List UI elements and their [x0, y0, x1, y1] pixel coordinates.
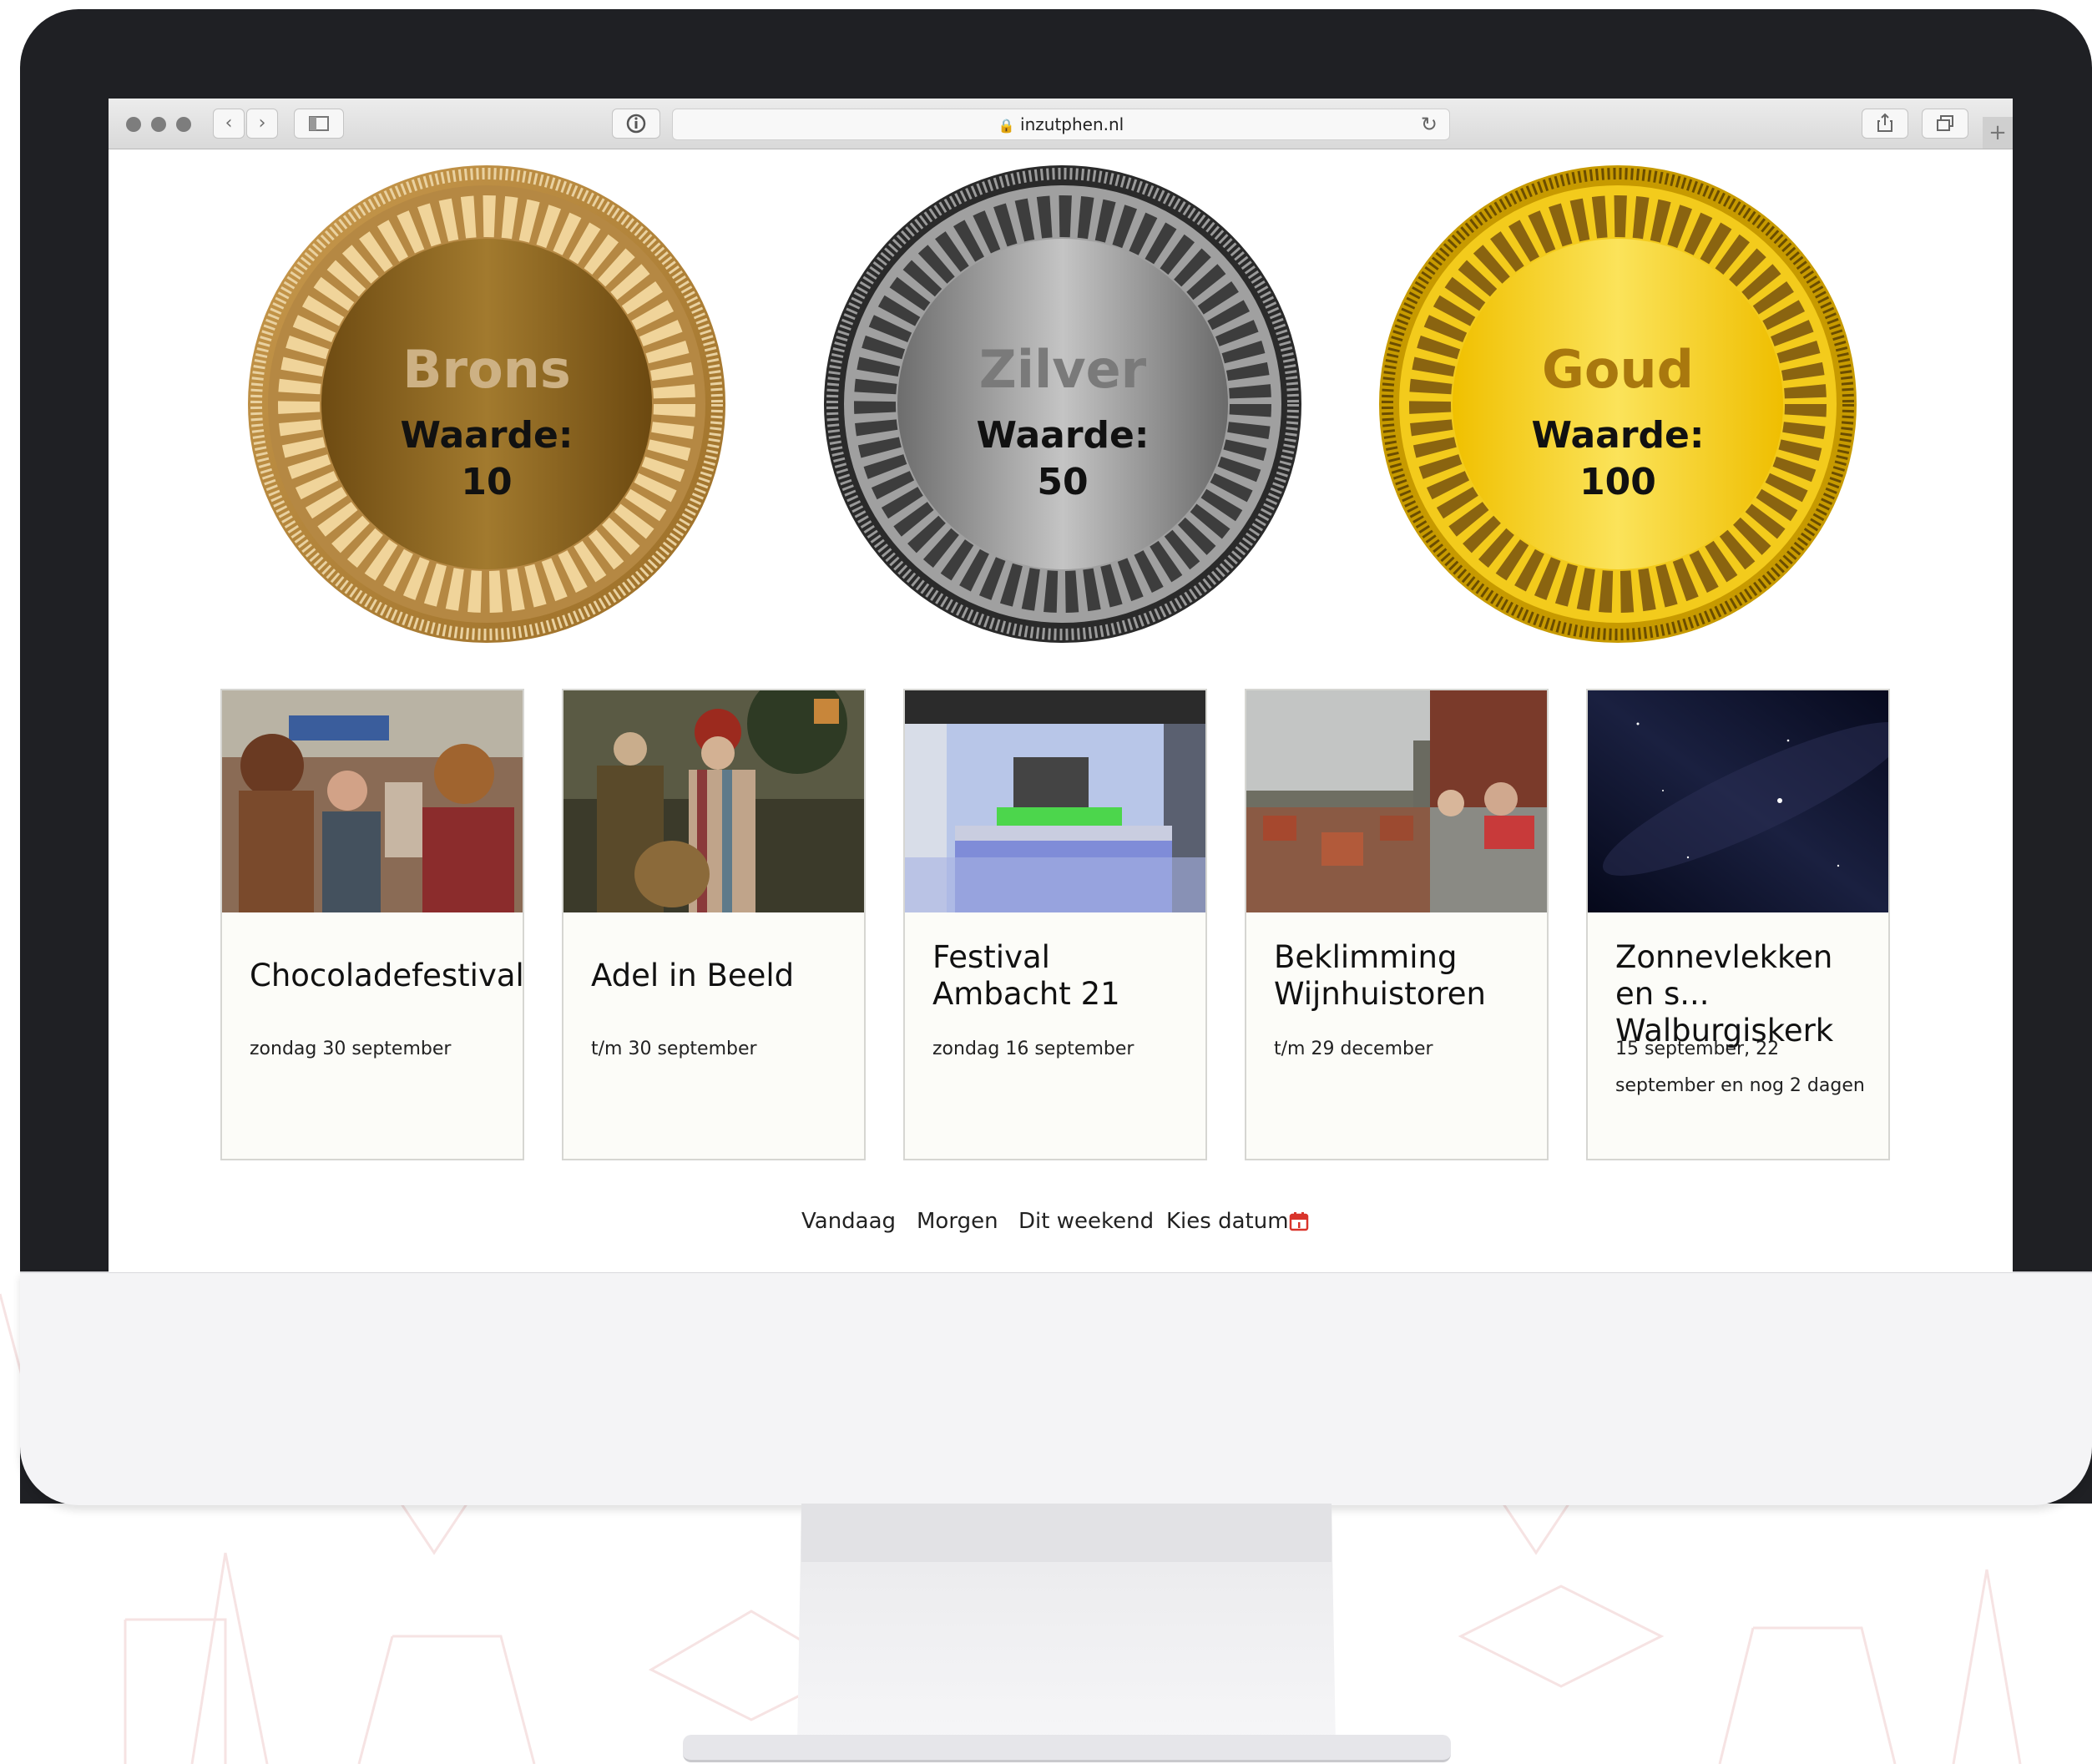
event-title: Beklimming Wijnhuistoren	[1274, 939, 1486, 1012]
event-image	[563, 690, 864, 912]
event-date: zondag 16 september	[932, 1039, 1134, 1059]
medal-value: 100	[1579, 461, 1656, 503]
medal-value-label: Waarde:	[976, 414, 1150, 457]
monitor-chin	[20, 1271, 2092, 1505]
share-button[interactable]	[1862, 109, 1908, 139]
close-window-button[interactable]	[126, 117, 141, 132]
event-image	[1246, 690, 1547, 912]
browser-toolbar: ‹ › 🔒 inzutphen.nl ↻ +	[109, 99, 2013, 149]
calendar-icon[interactable]	[1289, 1211, 1309, 1231]
sidebar-button[interactable]	[294, 109, 344, 139]
date-filter-nav: Vandaag Morgen Dit weekend Kies datum	[109, 1205, 2013, 1238]
reader-info-button[interactable]	[612, 109, 660, 139]
medal-value-label: Waarde:	[400, 414, 574, 457]
minimize-window-button[interactable]	[151, 117, 166, 132]
new-tab-button[interactable]: +	[1983, 117, 2013, 149]
event-date: 15 september, 22 september en nog 2 dage…	[1615, 1039, 1865, 1096]
medal-bronze: Brons Waarde: 10	[246, 164, 727, 644]
event-card-zonnevlekken-walburgiskerk[interactable]: Zonnevlekken en s... Walburgiskerk 15 se…	[1586, 689, 1890, 1160]
event-card-chocoladefestival[interactable]: Chocoladefestival zondag 30 september	[220, 689, 524, 1160]
medal-name: Zilver	[978, 339, 1147, 400]
silver-medal-graphic	[824, 165, 1301, 643]
medal-silver: Zilver Waarde: 50	[822, 164, 1303, 644]
nav-tomorrow-link[interactable]: Morgen	[917, 1205, 998, 1238]
gold-medal-graphic	[1379, 165, 1857, 643]
info-icon	[626, 114, 646, 134]
medal-value: 10	[461, 461, 513, 503]
monitor-stand	[797, 1504, 1336, 1746]
forward-button[interactable]: ›	[246, 109, 278, 139]
event-title: Festival Ambacht 21	[932, 939, 1120, 1012]
reload-button[interactable]: ↻	[1421, 109, 1438, 139]
browser-window: ‹ › 🔒 inzutphen.nl ↻ + Brons Waarde: 10 …	[109, 99, 2013, 1272]
chevron-right-icon: ›	[258, 113, 266, 134]
bronze-medal-graphic	[248, 165, 725, 643]
medal-name: Goud	[1541, 339, 1694, 400]
plus-icon: +	[1988, 120, 2007, 145]
reload-icon: ↻	[1420, 113, 1438, 136]
event-date: t/m 29 december	[1274, 1039, 1433, 1059]
event-title: Adel in Beeld	[591, 958, 795, 993]
event-image	[1588, 690, 1888, 912]
nav-pick-date-link[interactable]: Kies datum	[1166, 1205, 1289, 1238]
chevron-left-icon: ‹	[225, 113, 233, 134]
event-image	[222, 690, 523, 912]
tabs-icon	[1937, 115, 1953, 131]
medal-value: 50	[1037, 461, 1089, 503]
event-card-adel-in-beeld[interactable]: Adel in Beeld t/m 30 september	[562, 689, 866, 1160]
event-date: t/m 30 september	[591, 1039, 757, 1059]
zoom-window-button[interactable]	[176, 117, 191, 132]
nav-weekend-link[interactable]: Dit weekend	[1018, 1205, 1154, 1238]
event-title: Chocoladefestival	[250, 958, 524, 993]
medal-value-label: Waarde:	[1531, 414, 1705, 457]
url-text: inzutphen.nl	[1020, 114, 1124, 134]
back-button[interactable]: ‹	[213, 109, 245, 139]
address-bar[interactable]: 🔒 inzutphen.nl ↻	[672, 109, 1450, 140]
medal-gold: Goud Waarde: 100	[1377, 164, 1858, 644]
share-icon	[1877, 113, 1892, 132]
medal-name: Brons	[402, 339, 571, 400]
event-image	[905, 690, 1205, 912]
lock-icon: 🔒	[998, 118, 1015, 134]
monitor-base	[683, 1735, 1451, 1762]
tabs-overview-button[interactable]	[1922, 109, 1968, 139]
sidebar-icon	[309, 116, 329, 131]
event-card-festival-ambacht-21[interactable]: Festival Ambacht 21 zondag 16 september	[903, 689, 1207, 1160]
event-date: zondag 30 september	[250, 1039, 452, 1059]
nav-today-link[interactable]: Vandaag	[801, 1205, 896, 1238]
event-card-beklimming-wijnhuistoren[interactable]: Beklimming Wijnhuistoren t/m 29 december	[1245, 689, 1549, 1160]
